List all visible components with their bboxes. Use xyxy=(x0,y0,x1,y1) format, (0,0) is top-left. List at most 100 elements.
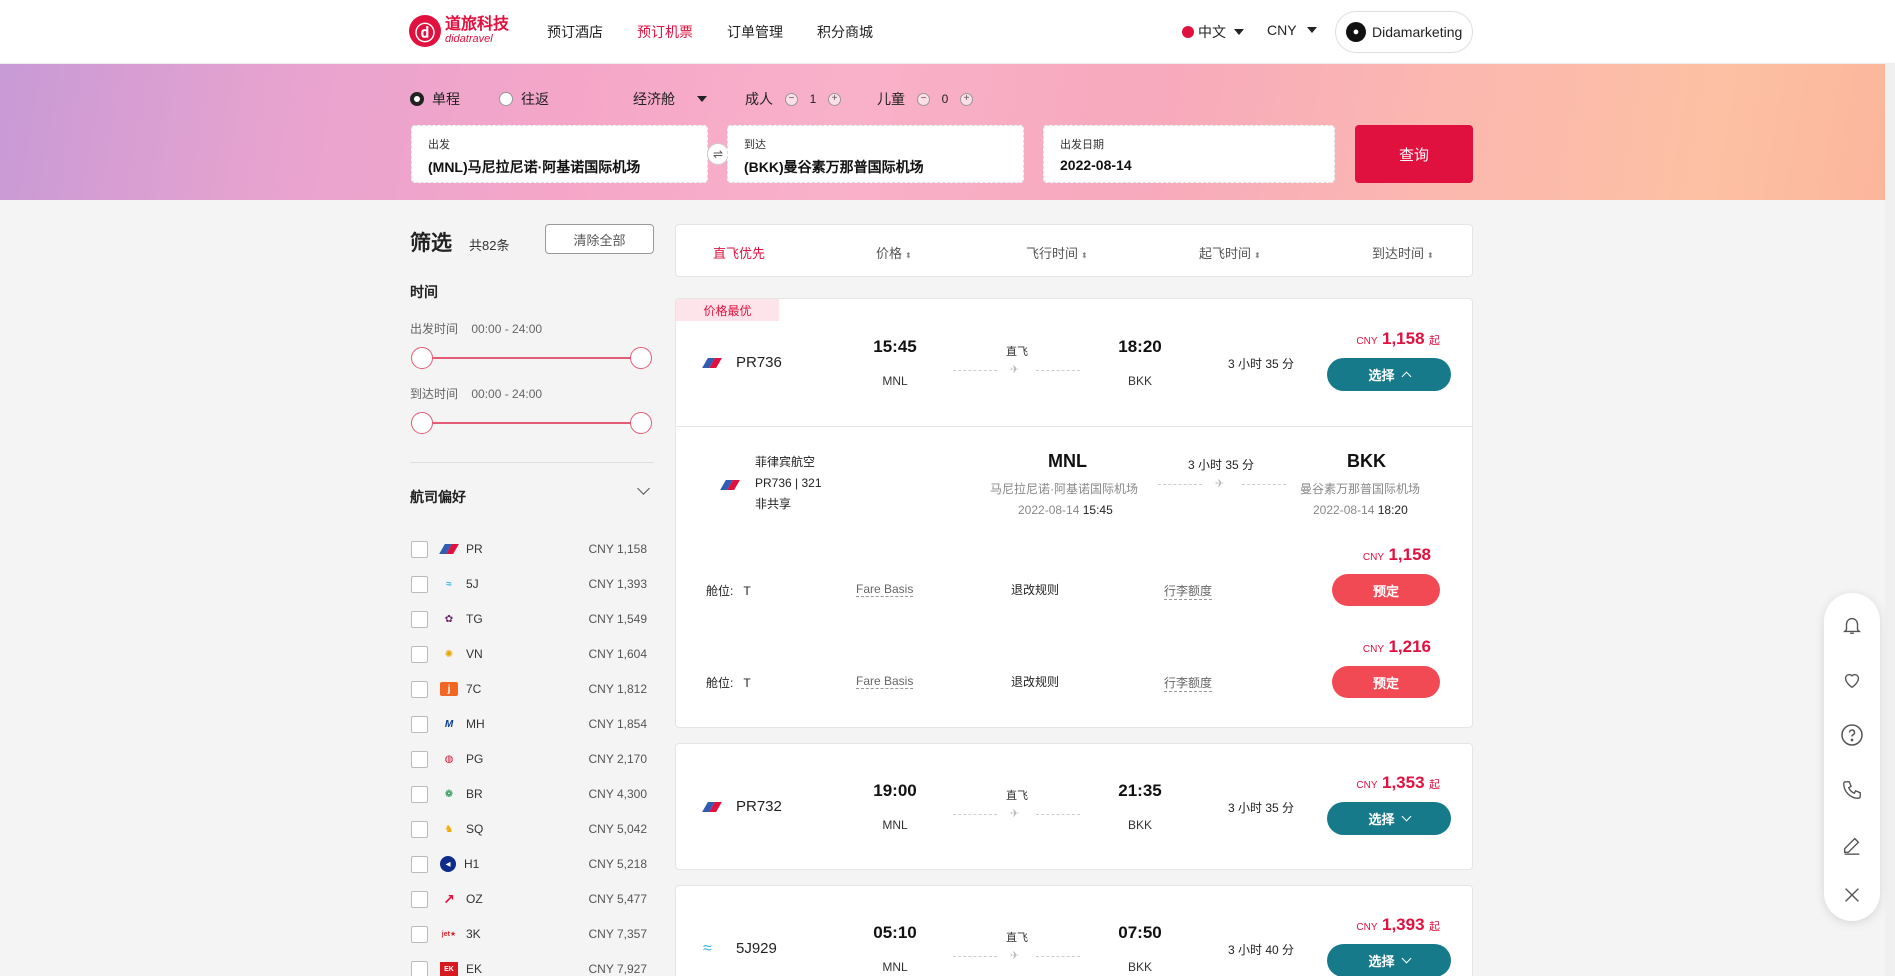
checkbox[interactable] xyxy=(411,855,428,873)
checkbox[interactable] xyxy=(411,960,428,976)
refund-rules-link[interactable]: 退改规则 xyxy=(1011,581,1059,598)
edit-icon[interactable] xyxy=(1840,833,1864,857)
arr-time-slider-start-handle[interactable] xyxy=(411,412,433,434)
checkbox[interactable] xyxy=(411,785,428,803)
detail-arr-airport: 曼谷素万那普国际机场 xyxy=(1300,482,1421,496)
refund-rules-link[interactable]: 退改规则 xyxy=(1011,673,1059,690)
checkbox[interactable] xyxy=(411,820,428,838)
detail-dep-airport: 马尼拉尼诺·阿基诺国际机场 xyxy=(990,482,1138,496)
airline-filter-row[interactable]: ♞ SQ CNY 5,042 xyxy=(411,819,647,839)
floating-toolbar xyxy=(1824,593,1880,921)
5j-airline-logo: ≈ xyxy=(703,940,712,957)
detail-airline-info: 菲律宾航空 PR736 | 321 非共享 xyxy=(755,452,822,515)
airline-filter-row[interactable]: ❁ BR CNY 4,300 xyxy=(411,784,647,804)
swap-icon[interactable]: ⇌ xyxy=(707,143,729,165)
airline-filter-row[interactable]: ✺ VN CNY 1,604 xyxy=(411,644,647,664)
nav-points-mall[interactable]: 积分商城 xyxy=(817,22,873,42)
page-scrollbar[interactable] xyxy=(1885,64,1895,976)
dep-airport: MNL xyxy=(882,960,908,974)
user-menu-button[interactable]: ● Didamarketing xyxy=(1335,11,1473,53)
sort-flight-time[interactable]: 飞行时间 ⬍ xyxy=(1026,243,1088,262)
checkbox[interactable] xyxy=(411,540,428,558)
airline-filter-row[interactable]: ↗ OZ CNY 5,477 xyxy=(411,889,647,909)
airline-filter-row[interactable]: EK EK CNY 7,927 xyxy=(411,959,647,976)
airline-filter-row[interactable]: jet★ 3K CNY 7,357 xyxy=(411,924,647,944)
sort-arr-time[interactable]: 到达时间 ⬍ xyxy=(1372,243,1434,262)
nav-hotel[interactable]: 预订酒店 xyxy=(547,22,603,42)
sort-price[interactable]: 价格 ⬍ xyxy=(876,243,912,262)
codeshare-info: 非共享 xyxy=(755,497,792,511)
departure-field[interactable]: 出发 (MNL)马尼拉尼诺·阿基诺国际机场 xyxy=(411,125,708,183)
adult-label: 成人 xyxy=(745,91,773,107)
dep-time-slider-end-handle[interactable] xyxy=(630,347,652,369)
airline-filter-row[interactable]: M MH CNY 1,854 xyxy=(411,714,647,734)
checkbox[interactable] xyxy=(411,925,428,943)
help-icon[interactable] xyxy=(1840,723,1864,747)
detail-dep-date: 2022-08-14 15:45 xyxy=(1018,503,1113,517)
direct-label: 直飞 xyxy=(1006,790,1028,802)
airline-filter-row[interactable]: j 7C CNY 1,812 xyxy=(411,679,647,699)
airline-filter-row[interactable]: PR CNY 1,158 xyxy=(411,539,647,559)
arr-time-slider-end-handle[interactable] xyxy=(630,412,652,434)
arr-time-slider-track[interactable] xyxy=(422,422,641,424)
close-icon[interactable] xyxy=(1840,883,1864,907)
tg-airline-logo: ✿ xyxy=(444,613,454,625)
top-header: ⓓ 道旅科技 didatravel 预订酒店 预订机票 订单管理 积分商城 中文… xyxy=(0,0,1895,64)
arrival-field[interactable]: 到达 (BKK)曼谷素万那普国际机场 xyxy=(727,125,1024,183)
radio-checked-icon xyxy=(410,92,424,106)
airline-filter-row[interactable]: ✿ TG CNY 1,549 xyxy=(411,609,647,629)
minus-icon[interactable]: − xyxy=(917,92,930,106)
logo[interactable]: ⓓ 道旅科技 didatravel xyxy=(409,15,509,47)
child-label: 儿童 xyxy=(877,91,905,107)
date-field[interactable]: 出发日期 2022-08-14 xyxy=(1043,125,1335,183)
cabin-select[interactable]: 经济舱 xyxy=(633,89,707,109)
trip-round-radio[interactable]: 往返 xyxy=(499,89,549,109)
sort-direct-first[interactable]: 直飞优先 xyxy=(713,243,765,262)
book-button[interactable]: 预定 xyxy=(1332,574,1440,606)
direct-label: 直飞 xyxy=(1006,932,1028,944)
fare-price: CNY 1,158 xyxy=(1362,545,1431,564)
round-trip-label: 往返 xyxy=(521,91,549,107)
checkbox[interactable] xyxy=(411,575,428,593)
checkbox[interactable] xyxy=(411,645,428,663)
price: CNY 1,393 起 xyxy=(1356,915,1440,934)
checkbox[interactable] xyxy=(411,750,428,768)
dep-time-slider-track[interactable] xyxy=(422,357,641,359)
book-button[interactable]: 预定 xyxy=(1332,666,1440,698)
trip-one-way-radio[interactable]: 单程 xyxy=(410,89,460,109)
plus-icon[interactable]: + xyxy=(960,92,973,106)
nav-flight[interactable]: 预订机票 xyxy=(637,22,693,42)
plus-icon[interactable]: + xyxy=(828,92,841,106)
chevron-up-icon xyxy=(1401,371,1411,382)
fare-basis-link[interactable]: Fare Basis xyxy=(856,582,914,597)
clear-all-button[interactable]: 清除全部 xyxy=(545,224,654,254)
airline-filter-row[interactable]: ≈ 5J CNY 1,393 xyxy=(411,574,647,594)
price: CNY 1,353 起 xyxy=(1356,773,1440,792)
airline-filter-row[interactable]: ◂ H1 CNY 5,218 xyxy=(411,854,647,874)
currency-selector[interactable]: CNY xyxy=(1267,22,1317,38)
radio-unchecked-icon xyxy=(499,92,513,106)
dep-time-slider-start-handle[interactable] xyxy=(411,347,433,369)
minus-icon[interactable]: − xyxy=(785,92,798,106)
fare-basis-link[interactable]: Fare Basis xyxy=(856,674,914,689)
language-selector[interactable]: 中文 xyxy=(1182,22,1244,42)
sort-dep-time[interactable]: 起飞时间 ⬍ xyxy=(1199,243,1261,262)
checkbox[interactable] xyxy=(411,715,428,733)
nav-orders[interactable]: 订单管理 xyxy=(727,22,783,42)
baggage-link[interactable]: 行李额度 xyxy=(1164,674,1213,692)
airline-filter-row[interactable]: ◍ PG CNY 2,170 xyxy=(411,749,647,769)
phone-icon[interactable] xyxy=(1840,778,1864,802)
plane-icon: ✈ xyxy=(1010,364,1020,376)
checkbox[interactable] xyxy=(411,680,428,698)
chevron-down-icon[interactable] xyxy=(637,482,650,495)
sort-arrows-icon: ⬍ xyxy=(1427,251,1434,260)
bell-icon[interactable] xyxy=(1840,613,1864,637)
baggage-link[interactable]: 行李额度 xyxy=(1164,582,1213,600)
select-button[interactable]: 选择 xyxy=(1327,944,1451,976)
checkbox[interactable] xyxy=(411,890,428,908)
search-button[interactable]: 查询 xyxy=(1355,125,1473,183)
checkbox[interactable] xyxy=(411,610,428,628)
select-button[interactable]: 选择 xyxy=(1327,802,1451,835)
select-button[interactable]: 选择 xyxy=(1327,358,1451,391)
heart-icon[interactable] xyxy=(1840,668,1864,692)
